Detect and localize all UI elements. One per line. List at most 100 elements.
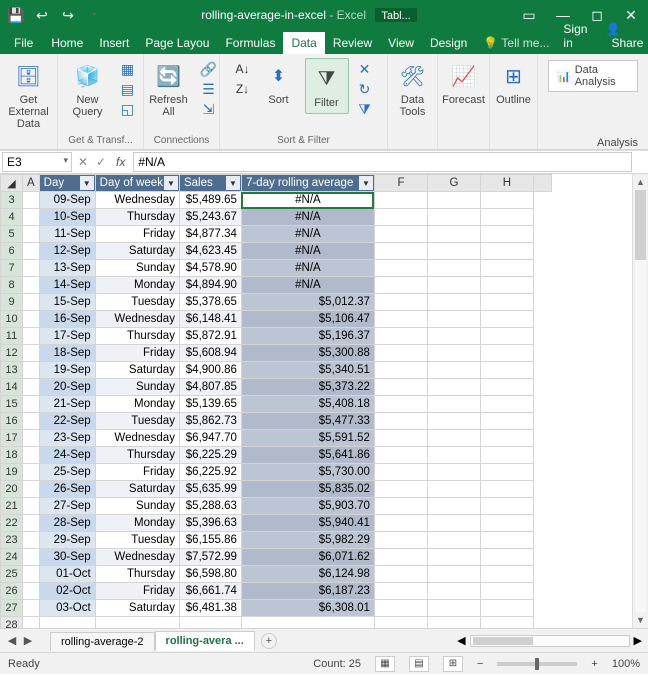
name-box[interactable]: E3: [2, 152, 72, 172]
cell[interactable]: [23, 481, 40, 498]
cell-sales[interactable]: $4,894.90: [179, 277, 241, 294]
tab-view[interactable]: View: [380, 32, 422, 54]
cell-avg[interactable]: $5,373.22: [241, 379, 374, 396]
cell-dow[interactable]: Sunday: [95, 379, 179, 396]
row-header[interactable]: 23: [1, 532, 23, 549]
select-all[interactable]: ◢: [1, 175, 23, 192]
cell-sales[interactable]: $5,243.67: [179, 209, 241, 226]
cell-sales[interactable]: $4,877.34: [179, 226, 241, 243]
row-header[interactable]: 5: [1, 226, 23, 243]
cell[interactable]: [480, 464, 533, 481]
zoom-out[interactable]: −: [477, 658, 483, 670]
cell-dow[interactable]: [95, 617, 179, 629]
row-header[interactable]: 6: [1, 243, 23, 260]
cell-sales[interactable]: $5,489.65: [179, 192, 241, 209]
cell[interactable]: [374, 396, 427, 413]
cell-sales[interactable]: $4,623.45: [179, 243, 241, 260]
cell[interactable]: [427, 328, 480, 345]
row-header[interactable]: 16: [1, 413, 23, 430]
sort-asc-icon[interactable]: A↓: [233, 60, 253, 78]
row-header[interactable]: 19: [1, 464, 23, 481]
cell[interactable]: [427, 209, 480, 226]
advanced-icon[interactable]: ⧩: [355, 100, 375, 118]
cell-sales[interactable]: $5,139.65: [179, 396, 241, 413]
cell[interactable]: [427, 396, 480, 413]
cell-sales[interactable]: $5,862.73: [179, 413, 241, 430]
cell[interactable]: [23, 294, 40, 311]
cell-sales[interactable]: $4,807.85: [179, 379, 241, 396]
cell[interactable]: [480, 260, 533, 277]
cell[interactable]: [480, 226, 533, 243]
cell-dow[interactable]: Friday: [95, 464, 179, 481]
cell[interactable]: [480, 362, 533, 379]
cell-avg[interactable]: #N/A: [241, 243, 374, 260]
cell-avg[interactable]: $5,106.47: [241, 311, 374, 328]
edit-links-icon[interactable]: ⇲: [199, 100, 219, 118]
cell-day[interactable]: 20-Sep: [39, 379, 95, 396]
cell[interactable]: [374, 566, 427, 583]
cell-avg[interactable]: $5,835.02: [241, 481, 374, 498]
cell[interactable]: [23, 192, 40, 209]
hscroll-left[interactable]: ◀: [457, 634, 465, 647]
cell[interactable]: [374, 617, 427, 629]
tab-design[interactable]: Design: [422, 32, 475, 54]
col-H[interactable]: H: [480, 175, 533, 192]
cell-day[interactable]: 18-Sep: [39, 345, 95, 362]
redo-icon[interactable]: ↪: [56, 3, 80, 27]
cell[interactable]: [23, 617, 40, 629]
data-tools-button[interactable]: 🛠Data Tools: [389, 58, 437, 118]
data-analysis-button[interactable]: 📊 Data Analysis: [548, 60, 638, 92]
row-header[interactable]: 10: [1, 311, 23, 328]
save-icon[interactable]: 💾: [4, 3, 28, 27]
cell[interactable]: [480, 209, 533, 226]
cell-avg[interactable]: $5,730.00: [241, 464, 374, 481]
cell[interactable]: [427, 379, 480, 396]
cell[interactable]: [427, 294, 480, 311]
cell[interactable]: [374, 311, 427, 328]
view-page-break-icon[interactable]: ⊞: [443, 656, 463, 672]
cell-dow[interactable]: Wednesday: [95, 192, 179, 209]
sort-button[interactable]: ⬍Sort: [259, 58, 299, 106]
zoom-slider[interactable]: [497, 662, 577, 666]
cell-dow[interactable]: Saturday: [95, 243, 179, 260]
cell[interactable]: [374, 430, 427, 447]
row-header[interactable]: 15: [1, 396, 23, 413]
filter-dropdown-icon[interactable]: ▼: [80, 176, 94, 190]
cell-day[interactable]: 28-Sep: [39, 515, 95, 532]
spreadsheet-grid[interactable]: ◢ A Day▼ Day of week▼ Sales▼ 7-day rolli…: [0, 174, 648, 628]
cell-sales[interactable]: $6,598.80: [179, 566, 241, 583]
cell-dow[interactable]: Monday: [95, 396, 179, 413]
sheet-tab-2[interactable]: rolling-avera ...: [155, 631, 255, 651]
cell[interactable]: [23, 345, 40, 362]
cell[interactable]: [427, 260, 480, 277]
row-header[interactable]: 20: [1, 481, 23, 498]
cell-dow[interactable]: Friday: [95, 345, 179, 362]
cell-avg[interactable]: #N/A: [241, 260, 374, 277]
cell[interactable]: [427, 498, 480, 515]
cell[interactable]: [480, 515, 533, 532]
cell[interactable]: [23, 311, 40, 328]
cell[interactable]: [427, 566, 480, 583]
share-button[interactable]: 👤 Share: [599, 18, 648, 54]
cell-day[interactable]: 19-Sep: [39, 362, 95, 379]
tab-page-layout[interactable]: Page Layou: [137, 32, 217, 54]
row-header[interactable]: 8: [1, 277, 23, 294]
row-header[interactable]: 7: [1, 260, 23, 277]
from-table-icon[interactable]: ▤: [118, 80, 138, 98]
sheet-nav-next[interactable]: ▶: [20, 634, 36, 647]
cell-dow[interactable]: Wednesday: [95, 549, 179, 566]
cell[interactable]: [427, 413, 480, 430]
cell[interactable]: [480, 617, 533, 629]
new-query-button[interactable]: 🧊New Query: [64, 58, 112, 118]
row-header[interactable]: 17: [1, 430, 23, 447]
cell-sales[interactable]: $6,947.70: [179, 430, 241, 447]
cell[interactable]: [23, 396, 40, 413]
cell-avg[interactable]: $6,071.62: [241, 549, 374, 566]
cell-dow[interactable]: Thursday: [95, 566, 179, 583]
cell[interactable]: [480, 277, 533, 294]
cell[interactable]: [374, 498, 427, 515]
cell-day[interactable]: 25-Sep: [39, 464, 95, 481]
refresh-all-button[interactable]: 🔄Refresh All: [145, 58, 193, 118]
cell-day[interactable]: [39, 617, 95, 629]
cell[interactable]: [480, 549, 533, 566]
